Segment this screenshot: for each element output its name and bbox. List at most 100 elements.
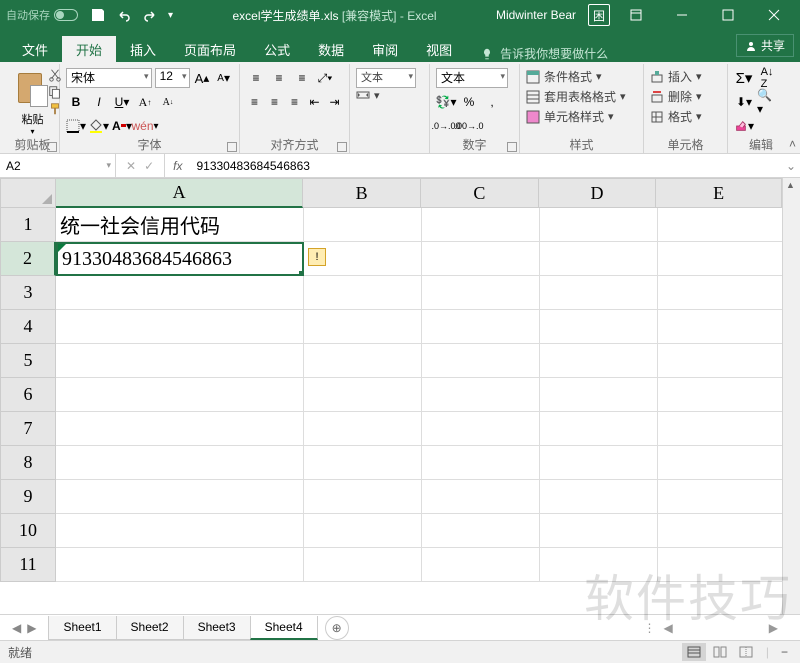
sort-filter-icon[interactable]: A↓Z [757, 68, 777, 88]
row-header[interactable]: 2 [0, 242, 56, 276]
cell[interactable] [56, 446, 304, 480]
decrease-font-alt[interactable]: A↓ [158, 92, 178, 112]
cell[interactable] [304, 276, 422, 310]
cell[interactable] [56, 514, 304, 548]
cell[interactable] [422, 514, 540, 548]
cell[interactable] [540, 548, 658, 582]
cell[interactable] [658, 412, 784, 446]
cell[interactable] [540, 242, 658, 276]
autosum-icon[interactable]: Σ▾ [734, 68, 754, 88]
row-header[interactable]: 10 [0, 514, 56, 548]
column-header[interactable]: D [539, 178, 657, 208]
ribbon-tab-layout[interactable]: 页面布局 [170, 36, 250, 62]
wrap-text-button[interactable]: 文本 [356, 68, 423, 88]
cell[interactable] [422, 378, 540, 412]
cell[interactable] [422, 480, 540, 514]
underline-button[interactable]: U▾ [112, 92, 132, 112]
cell[interactable] [56, 344, 304, 378]
orientation-icon[interactable]: ⤢▾ [315, 68, 335, 88]
cell[interactable] [658, 310, 784, 344]
cell[interactable] [540, 344, 658, 378]
zoom-out-icon[interactable]: − [777, 645, 792, 659]
cell[interactable]: 统一社会信用代码 [56, 208, 304, 242]
currency-icon[interactable]: 💱▾ [436, 92, 456, 112]
horizontal-scrollbar[interactable]: ⋮◀▶ [349, 621, 800, 635]
cell-grid[interactable]: 统一社会信用代码91330483684546863! [56, 208, 782, 614]
sheet-nav-prev-icon[interactable]: ◀ [12, 621, 21, 635]
view-pagebreak-icon[interactable] [734, 643, 758, 661]
cell[interactable] [658, 548, 784, 582]
insert-button[interactable]: 插入▾ [650, 68, 721, 85]
cell[interactable] [658, 276, 784, 310]
cell[interactable] [658, 446, 784, 480]
ribbon-tab-home[interactable]: 开始 [62, 36, 116, 62]
cell[interactable] [540, 514, 658, 548]
align-bottom-icon[interactable]: ≡ [292, 68, 312, 88]
cell[interactable] [304, 378, 422, 412]
align-middle-icon[interactable]: ≡ [269, 68, 289, 88]
cell[interactable] [658, 344, 784, 378]
collapse-ribbon-icon[interactable]: ˄ [789, 137, 796, 151]
sheet-nav-next-icon[interactable]: ▶ [27, 621, 36, 635]
font-name-select[interactable]: 宋体 [66, 68, 152, 88]
font-size-select[interactable]: 12 [155, 68, 190, 88]
cell[interactable] [304, 310, 422, 344]
cell[interactable] [304, 446, 422, 480]
border-button[interactable]: ▾ [66, 116, 86, 136]
align-left-icon[interactable]: ≡ [246, 92, 263, 112]
cell[interactable] [422, 344, 540, 378]
cancel-formula-icon[interactable]: ✕ [126, 159, 136, 173]
percent-icon[interactable]: % [459, 92, 479, 112]
ribbon-tab-review[interactable]: 审阅 [358, 36, 412, 62]
cell[interactable] [540, 446, 658, 480]
sheet-tab[interactable]: Sheet1 [48, 616, 116, 640]
conditional-format-button[interactable]: 条件格式▾ [526, 68, 637, 85]
vertical-scrollbar[interactable] [782, 178, 800, 614]
maximize-button[interactable] [708, 0, 748, 30]
column-header[interactable]: C [421, 178, 539, 208]
row-header[interactable]: 5 [0, 344, 56, 378]
redo-icon[interactable] [142, 7, 158, 23]
autosave-toggle[interactable] [54, 9, 78, 21]
increase-font-icon[interactable]: A▴ [193, 68, 212, 88]
indent-dec-icon[interactable]: ⇤ [306, 92, 323, 112]
fx-icon[interactable]: fx [165, 159, 190, 173]
enter-formula-icon[interactable]: ✓ [144, 159, 154, 173]
add-sheet-button[interactable]: ⊕ [325, 616, 349, 640]
comma-icon[interactable]: , [482, 92, 502, 112]
view-layout-icon[interactable] [708, 643, 732, 661]
column-header[interactable]: E [656, 178, 782, 208]
cell[interactable] [540, 310, 658, 344]
sheet-tab[interactable]: Sheet4 [250, 616, 318, 640]
cell[interactable] [540, 480, 658, 514]
save-icon[interactable] [90, 7, 106, 23]
increase-font-alt[interactable]: A↑ [135, 92, 155, 112]
cell[interactable] [540, 378, 658, 412]
cell[interactable] [422, 276, 540, 310]
row-header[interactable]: 6 [0, 378, 56, 412]
cell[interactable] [304, 412, 422, 446]
formula-bar[interactable]: 91330483684546863 [190, 159, 782, 173]
view-normal-icon[interactable] [682, 643, 706, 661]
cell[interactable] [540, 412, 658, 446]
ribbon-tab-view[interactable]: 视图 [412, 36, 466, 62]
row-header[interactable]: 9 [0, 480, 56, 514]
bold-button[interactable]: B [66, 92, 86, 112]
user-name[interactable]: Midwinter Bear [496, 8, 576, 22]
ribbon-options-button[interactable] [616, 0, 656, 30]
row-header[interactable]: 11 [0, 548, 56, 582]
cell[interactable] [56, 412, 304, 446]
tell-me-search[interactable]: 告诉我你想要做什么 [480, 45, 608, 62]
table-format-button[interactable]: 套用表格格式▾ [526, 88, 637, 105]
cell[interactable] [304, 548, 422, 582]
cell[interactable] [540, 276, 658, 310]
align-dialog-icon[interactable] [337, 142, 347, 152]
delete-button[interactable]: 删除▾ [650, 88, 721, 105]
share-button[interactable]: 共享 [736, 34, 794, 57]
cell[interactable] [422, 310, 540, 344]
ribbon-tab-insert[interactable]: 插入 [116, 36, 170, 62]
cell-style-button[interactable]: 单元格样式▾ [526, 108, 637, 125]
font-dialog-icon[interactable] [227, 142, 237, 152]
undo-icon[interactable] [116, 7, 132, 23]
cell[interactable] [56, 548, 304, 582]
